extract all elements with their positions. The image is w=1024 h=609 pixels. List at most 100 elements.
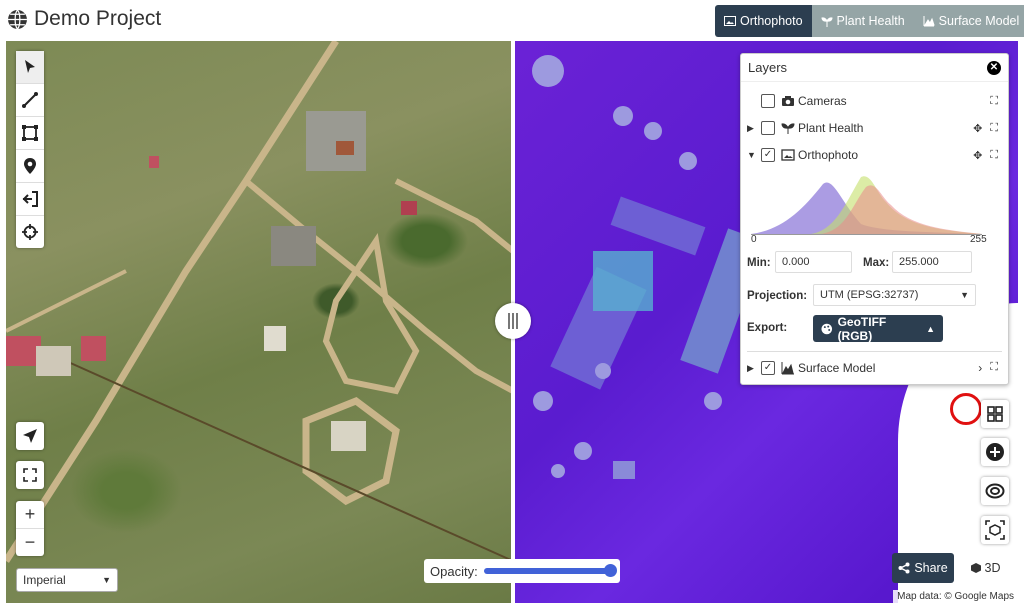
layer-row-plant-health[interactable]: ▶ Plant Health ✥ ⛶ [747,118,1002,138]
zoom-in-button[interactable]: + [16,501,44,529]
tab-plant-health[interactable]: Plant Health [811,5,914,37]
measure-line-tool[interactable] [16,84,44,117]
layer-row-cameras[interactable]: Cameras ⛶ [747,91,1002,111]
max-input[interactable]: 255.000 [892,251,972,273]
globe-icon [8,9,27,29]
layer-checkbox-surface-model[interactable]: ✓ [761,361,775,375]
layer-tools: ✥ ⛶ [973,122,998,135]
layer-label-cameras: Cameras [798,94,847,108]
cube-button[interactable] [981,516,1009,544]
add-button[interactable] [981,438,1009,466]
orthophoto-roads [6,41,513,563]
zoom-extent-icon[interactable]: ⛶ [990,122,998,135]
plant-icon [781,123,795,134]
move-icon[interactable]: ✥ [973,122,982,135]
min-input[interactable]: 0.000 [775,251,852,273]
tab-surface-model-label: Surface Model [938,14,1020,28]
import-icon [22,191,38,207]
geolocate-button[interactable] [16,422,44,450]
histogram-chart [751,176,982,235]
select-tool[interactable] [16,51,44,84]
view-3d-button-label: 3D [984,561,1001,575]
units-select[interactable]: Imperial ▼ [16,568,118,592]
zoom-extent-icon[interactable]: ⛶ [990,361,998,375]
move-icon[interactable]: ✥ [973,149,982,162]
chevron-down-icon: ▼ [102,575,111,585]
plus-circle-icon [986,443,1004,461]
zoom-extent-icon[interactable]: ⛶ [990,149,998,162]
measure-area-tool[interactable] [16,117,44,150]
caret-down-icon[interactable]: ▼ [747,150,757,160]
caret-right-icon[interactable]: ▶ [747,363,757,374]
zoom-extent-icon[interactable]: ⛶ [990,95,998,108]
project-title-text: Demo Project [34,7,162,30]
layer-row-surface-model[interactable]: ▶ ✓ Surface Model › ⛶ [747,358,1002,378]
select-pointer-icon [25,60,35,73]
chart-area-icon [923,16,935,27]
import-tool[interactable] [16,183,44,216]
layer-checkbox-cameras[interactable] [761,94,775,108]
layer-label-surface-model: Surface Model [798,361,876,375]
layers-panel-header: Layers ✕ [741,54,1008,82]
histogram-max-label: 255 [970,234,987,245]
layers-panel-title: Layers [748,60,788,75]
view-3d-button[interactable]: 3D [962,553,1008,583]
share-button[interactable]: Share [892,553,954,583]
layer-label-plant-health: Plant Health [798,121,864,135]
histogram-min-label: 0 [751,234,757,245]
measure-line-icon [22,92,38,108]
projection-label: Projection: [747,290,808,302]
layer-checkbox-plant-health[interactable] [761,121,775,135]
opacity-label: Opacity: [430,563,478,579]
layer-tools: › ⛶ [978,361,998,375]
caret-right-icon[interactable]: ▶ [747,123,757,134]
units-select-value: Imperial [23,573,66,587]
grid-icon [987,406,1003,422]
layer-tools: ✥ ⛶ [973,149,998,162]
chevron-right-icon[interactable]: › [978,361,982,375]
ring-button[interactable] [981,477,1009,505]
crosshair-tool[interactable] [16,216,44,248]
ring-icon [985,483,1005,499]
tab-orthophoto[interactable]: Orthophoto [715,5,812,37]
fullscreen-button[interactable] [16,461,44,489]
max-input-value: 255.000 [899,256,939,268]
min-input-value: 0.000 [782,256,810,268]
export-button-label: GeoTIFF (RGB) [837,314,887,343]
zoom-out-button[interactable]: − [16,529,44,556]
panel-divider [747,351,1002,352]
opacity-slider-knob[interactable] [604,564,617,577]
measure-area-icon [22,125,38,141]
map-attribution: Map data: © Google Maps [893,590,1018,603]
measure-toolbar [16,51,44,248]
export-button[interactable]: GeoTIFF (RGB) ▲ [813,314,943,343]
project-title: Demo Project [7,7,161,31]
plant-icon [821,17,833,27]
layers-panel: Layers ✕ Cameras ⛶ ▶ Plant Health ✥ ⛶ ▼ ✓… [740,53,1009,385]
tab-plant-health-label: Plant Health [836,14,905,28]
caret-up-icon: ▲ [926,323,935,334]
layer-tools: ⛶ [990,95,998,108]
tab-orthophoto-label: Orthophoto [740,14,803,28]
close-icon[interactable]: ✕ [987,60,1001,75]
chart-area-icon [781,362,794,375]
view-tabs: Orthophoto Plant Health Surface Model [715,5,1024,37]
grid-button[interactable] [981,400,1009,428]
share-icon [898,562,910,574]
max-label: Max: [863,257,890,269]
orthophoto-layer[interactable] [6,41,513,603]
point-marker-icon [24,158,36,174]
grip-icon [508,313,518,329]
opacity-slider[interactable] [483,564,617,577]
image-icon [781,149,795,161]
projection-select[interactable]: UTM (EPSG:32737) ▼ [813,284,976,306]
tab-surface-model[interactable]: Surface Model [913,5,1024,37]
image-icon [724,16,736,26]
map-view[interactable]: + − Imperial ▼ Opacity: Layers ✕ Cameras… [6,41,1018,603]
layer-row-orthophoto[interactable]: ▼ ✓ Orthophoto ✥ ⛶ [747,145,1002,165]
point-marker-tool[interactable] [16,150,44,183]
palette-icon [821,323,833,334]
export-label: Export: [747,322,788,334]
layer-checkbox-orthophoto[interactable]: ✓ [761,148,775,162]
swipe-handle[interactable] [495,303,531,339]
